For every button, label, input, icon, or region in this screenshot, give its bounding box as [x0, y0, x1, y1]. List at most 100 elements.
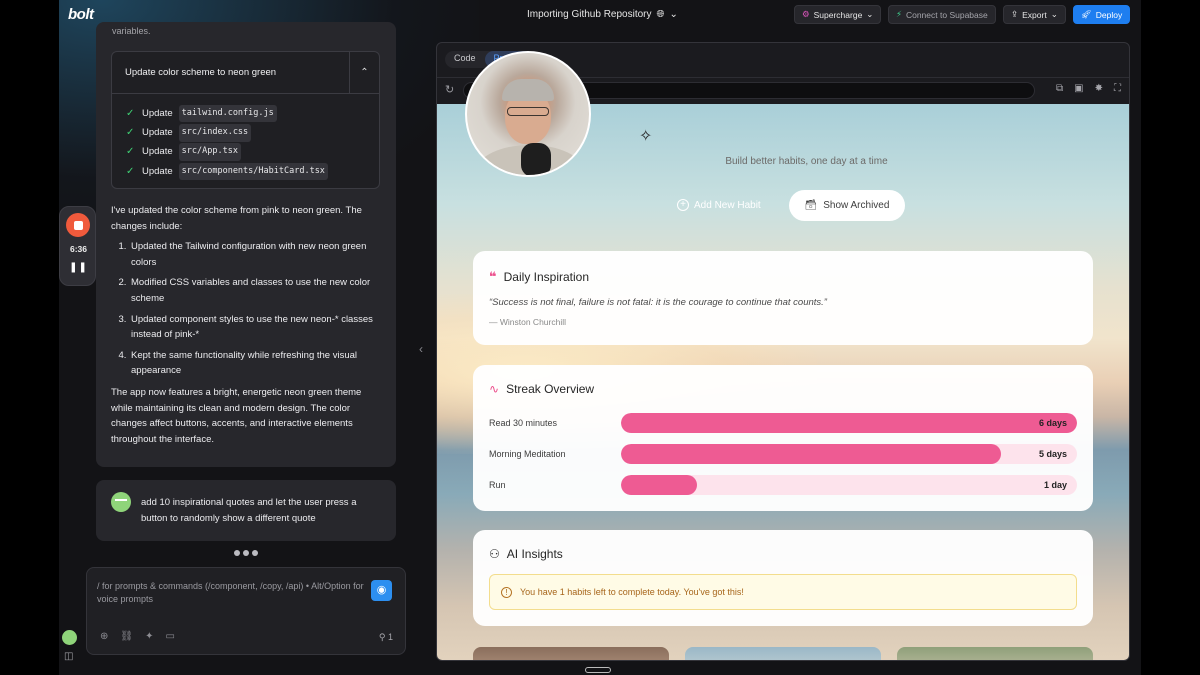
supabase-icon: ⚡︎ — [896, 9, 902, 19]
assistant-text: I've updated the color scheme from pink … — [111, 203, 383, 447]
streak-card: ∿ Streak Overview Read 30 minutes 6 days… — [473, 365, 1093, 511]
supabase-label: Connect to Supabase — [905, 9, 988, 20]
pause-icon[interactable]: ❚❚ — [60, 262, 97, 273]
streak-value: 1 day — [1043, 480, 1067, 490]
home-indicator — [585, 667, 611, 673]
bolt-logo[interactable]: bolt — [68, 6, 94, 23]
action-box-header[interactable]: Update color scheme to neon green — [112, 52, 379, 94]
inspiration-title: ❝ Daily Inspiration — [489, 269, 589, 285]
action-verb: Update — [142, 146, 173, 158]
recording-timer: 6:36 — [69, 244, 87, 254]
account-avatar[interactable] — [62, 630, 77, 645]
chevron-down-icon: ⌄ — [866, 9, 874, 19]
action-box-title: Update color scheme to neon green — [125, 66, 277, 78]
streak-value: 5 days — [1038, 449, 1067, 459]
file-path[interactable]: src/components/HabitCard.tsx — [178, 162, 328, 181]
chevron-up-icon[interactable]: ⌃ — [349, 52, 379, 94]
file-path[interactable]: tailwind.config.js — [178, 104, 277, 123]
device-toggle-icon[interactable]: ▣ — [1074, 83, 1083, 94]
assistant-intro: I've updated the color scheme from pink … — [111, 205, 362, 232]
globe-icon: 🌐︎ — [656, 9, 665, 20]
inspiration-card: ❝ Daily Inspiration “Success is not fina… — [473, 251, 1093, 345]
screen-recording-widget: 6:36 ❚❚ — [59, 206, 96, 286]
export-button[interactable]: ⇪ Export ⌄ — [1003, 5, 1066, 24]
habit-card-image — [897, 647, 1093, 660]
sparkles-icon: ✧ — [639, 128, 653, 145]
webcam-cap — [502, 79, 554, 101]
user-message: add 10 inspirational quotes and let the … — [96, 480, 396, 541]
prompt-input[interactable]: / for prompts & commands (/component, /c… — [86, 567, 406, 655]
prompt-placeholder: / for prompts & commands (/component, /c… — [97, 581, 364, 604]
action-list: ✓ Update tailwind.config.js ✓ Update src… — [112, 94, 379, 181]
assistant-summary: The app now features a bright, energetic… — [111, 386, 362, 445]
chevron-left-icon[interactable]: ‹ — [419, 342, 423, 356]
supercharge-label: Supercharge — [813, 9, 863, 20]
streak-track: 5 days — [621, 444, 1077, 464]
plus-icon: + — [677, 199, 689, 211]
prompt-count-value: 1 — [387, 632, 393, 642]
chevron-down-icon: ⌄ — [1050, 9, 1058, 19]
file-path[interactable]: src/index.css — [178, 124, 252, 142]
quote-text: “Success is not final, failure is not fa… — [489, 297, 827, 308]
globe-icon[interactable]: ⊕ — [100, 629, 108, 645]
app-window: bolt Importing Github Repository 🌐︎ ⌄ ⚙︎… — [59, 0, 1141, 675]
user-message-text: add 10 inspirational quotes and let the … — [141, 497, 357, 524]
add-habit-button[interactable]: + Add New Habit — [677, 199, 761, 211]
streak-track: 6 days — [621, 413, 1077, 433]
loading-dots-icon — [234, 550, 258, 556]
deploy-button[interactable]: 🚀︎ Deploy — [1073, 5, 1131, 24]
workbench: Code Preview ↻ ⧉ ▣ ✸ ⛶ ✧ Build better ha… — [436, 42, 1130, 661]
tab-code[interactable]: Code — [445, 51, 485, 68]
insight-message: You have 1 habits left to complete today… — [520, 587, 744, 597]
sparkle-icon[interactable]: ✦ — [145, 629, 153, 645]
streak-label: Read 30 minutes — [489, 418, 558, 428]
brain-icon: ⚇ — [489, 547, 500, 561]
alert-icon: ! — [501, 586, 512, 598]
chevron-down-icon: ⌄ — [669, 9, 678, 20]
add-habit-label: Add New Habit — [694, 199, 761, 211]
streak-value: 6 days — [1038, 418, 1067, 428]
chat-panel: variables. Update color scheme to neon g… — [86, 22, 406, 672]
supercharge-button[interactable]: ⚙︎ Supercharge ⌄ — [794, 5, 882, 24]
fullscreen-icon[interactable]: ⛶ — [1114, 83, 1121, 94]
change-item: Updated component styles to use the new … — [129, 312, 383, 343]
discuss-icon[interactable]: ▭ — [165, 629, 174, 645]
check-icon: ✓ — [126, 165, 135, 177]
quote-author: — Winston Churchill — [489, 317, 566, 327]
inspiration-title-text: Daily Inspiration — [503, 270, 590, 284]
assistant-message: variables. Update color scheme to neon g… — [96, 22, 396, 467]
streak-row: Read 30 minutes 6 days — [489, 413, 1077, 433]
prompt-counter: ⚲ 1 — [379, 630, 393, 646]
open-external-icon[interactable]: ⧉ — [1056, 83, 1063, 94]
enhance-prompt-button[interactable]: ◉ — [371, 580, 392, 601]
link-icon[interactable]: ⛓︎ — [120, 629, 133, 645]
truncated-text: variables. — [112, 26, 151, 36]
action-item: ✓ Update src/components/HabitCard.tsx — [126, 162, 379, 181]
inspect-icon[interactable]: ✸ — [1095, 83, 1103, 94]
streak-bar — [621, 413, 1077, 433]
change-item: Modified CSS variables and classes to us… — [129, 275, 383, 306]
action-box: Update color scheme to neon green ⌃ ✓ Up… — [111, 51, 380, 189]
file-path[interactable]: src/App.tsx — [178, 143, 241, 161]
project-title[interactable]: Importing Github Repository 🌐︎ ⌄ — [527, 9, 678, 20]
sidebar-toggle-icon[interactable]: ◫ — [64, 651, 73, 662]
user-avatar — [111, 492, 131, 512]
deploy-label: Deploy — [1095, 9, 1123, 20]
project-title-text: Importing Github Repository — [527, 9, 652, 20]
show-archived-button[interactable]: 🗃︎ Show Archived — [789, 190, 905, 221]
streak-row: Morning Meditation 5 days — [489, 444, 1077, 464]
reload-icon[interactable]: ↻ — [445, 83, 454, 96]
insights-title-text: AI Insights — [506, 547, 563, 561]
connect-supabase-button[interactable]: ⚡︎ Connect to Supabase — [888, 5, 996, 24]
stop-recording-button[interactable] — [66, 213, 90, 237]
check-icon: ✓ — [126, 107, 135, 119]
insights-card: ⚇ AI Insights ! You have 1 habits left t… — [473, 530, 1093, 626]
streak-title-text: Streak Overview — [506, 382, 595, 396]
activity-icon: ∿ — [489, 382, 500, 396]
streak-bar — [621, 475, 697, 495]
insight-alert: ! You have 1 habits left to complete tod… — [489, 574, 1077, 610]
action-item: ✓ Update tailwind.config.js — [126, 104, 379, 123]
streak-bar — [621, 444, 1001, 464]
app-preview: ✧ Build better habits, one day at a time… — [437, 104, 1129, 660]
check-icon: ✓ — [126, 146, 135, 158]
